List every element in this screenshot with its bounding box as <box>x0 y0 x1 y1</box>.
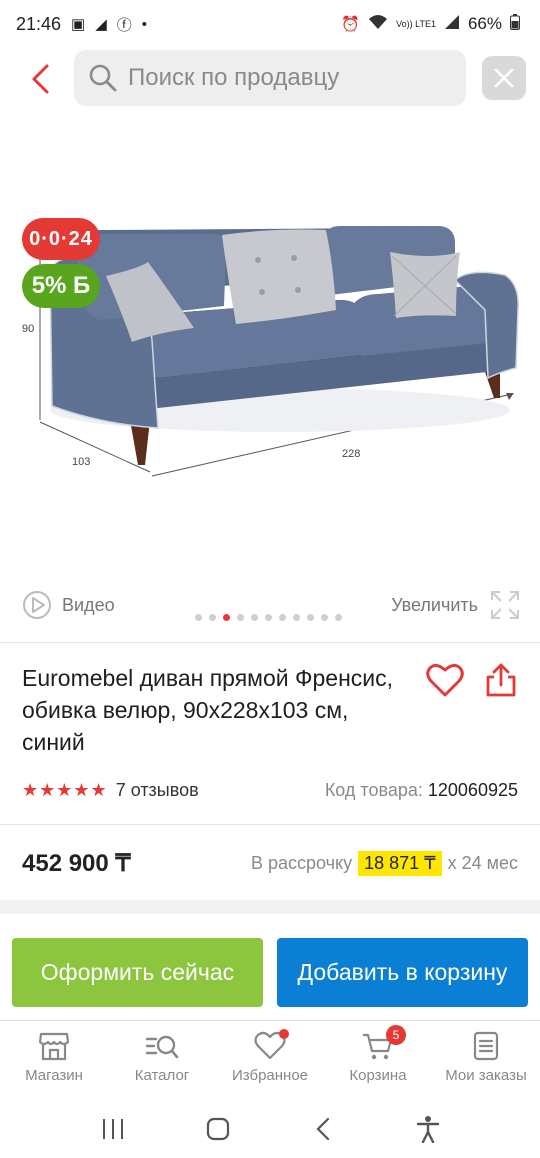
alarm-icon: ⏰ <box>341 16 361 33</box>
nav-item-favorites[interactable]: Избранное <box>216 1021 324 1098</box>
installment-info[interactable]: В рассрочку 18 871 ₸ х 24 мес <box>250 850 518 876</box>
nav-item-cart[interactable]: 5 Корзина <box>324 1021 432 1098</box>
home-icon <box>206 1117 229 1141</box>
expand-icon <box>491 591 519 619</box>
gallery-dot[interactable] <box>195 614 202 621</box>
close-search-button[interactable] <box>482 56 526 100</box>
play-circle-icon <box>23 591 51 619</box>
sku-label: Код товара: <box>324 779 423 800</box>
app-screen: 21:46 ▣ ◢ ⓕ • ⏰ Vo)) LTE1 66% Поиск по п… <box>0 0 540 1158</box>
catalog-search-icon <box>145 1035 179 1059</box>
gallery-dot[interactable] <box>321 614 328 621</box>
divider <box>0 642 540 643</box>
nav-label-orders: Мои заказы <box>445 1067 527 1084</box>
gallery-dot[interactable] <box>237 614 244 621</box>
sofa-product-image: 90 103 228 <box>22 226 519 477</box>
search-header <box>0 48 540 110</box>
battery-percent: 66% <box>467 14 502 33</box>
sku-value: 120060925 <box>427 779 518 800</box>
accessibility-button[interactable] <box>408 1109 448 1149</box>
nav-label-shop: Магазин <box>25 1067 83 1084</box>
checkout-now-button[interactable]: Оформить сейчас <box>12 938 263 1007</box>
video-label: Видео <box>62 594 115 615</box>
dimension-width-label: 228 <box>342 448 360 460</box>
bonus-badge: 5% Б <box>22 264 100 308</box>
gallery-dot[interactable] <box>279 614 286 621</box>
media-controls: Видео Увеличить <box>0 586 540 624</box>
share-button[interactable] <box>484 662 518 703</box>
bottom-navigation: Магазин Каталог Избранное 5 Корзина Мои … <box>0 1020 540 1098</box>
divider <box>0 824 540 825</box>
sku: Код товара: 120060925 <box>325 780 518 801</box>
zoom-label: Увеличить <box>391 594 478 615</box>
heart-icon <box>426 663 464 697</box>
wifi-icon <box>368 14 388 34</box>
gallery-dot[interactable] <box>251 614 258 621</box>
system-back-button[interactable] <box>303 1109 343 1149</box>
gallery-dot[interactable] <box>293 614 300 621</box>
seller-search-input[interactable] <box>128 64 448 92</box>
gallery-dot[interactable] <box>265 614 272 621</box>
nav-item-shop[interactable]: Магазин <box>0 1021 108 1098</box>
gallery-dot-active[interactable] <box>223 614 230 621</box>
recent-apps-button[interactable] <box>93 1109 133 1149</box>
nav-label-catalog: Каталог <box>134 1067 190 1084</box>
nav-label-cart: Корзина <box>349 1067 407 1084</box>
status-time: 21:46 <box>16 13 62 34</box>
section-separator <box>0 900 540 914</box>
cart-count-badge: 5 <box>386 1025 406 1045</box>
video-button[interactable]: Видео <box>22 590 115 620</box>
network-label: Vo)) LTE1 <box>396 18 436 29</box>
favorite-button[interactable] <box>426 662 464 703</box>
chevron-left-icon <box>32 64 49 94</box>
accessibility-icon <box>416 1116 439 1143</box>
dimension-depth-label: 103 <box>72 456 90 468</box>
nav-label-favorites: Избранное <box>231 1067 309 1084</box>
image-notification-icon: ▣ <box>71 16 86 33</box>
installment-amount: 18 871 ₸ <box>358 850 442 876</box>
gallery-dot[interactable] <box>335 614 342 621</box>
signal-icon <box>444 14 460 34</box>
installment-label: В рассрочку <box>250 852 353 873</box>
status-bar: 21:46 ▣ ◢ ⓕ • ⏰ Vo)) LTE1 66% <box>0 0 540 48</box>
gallery-pagination <box>195 614 342 621</box>
facebook-icon: ⓕ <box>116 16 132 34</box>
recent-apps-icon <box>102 1119 123 1139</box>
app-notification-icon: ◢ <box>95 16 107 33</box>
price-row: 452 900 ₸ В рассрочку 18 871 ₸ х 24 мес <box>22 846 518 880</box>
nav-item-catalog[interactable]: Каталог <box>108 1021 216 1098</box>
more-notifications-icon: • <box>141 15 148 33</box>
favorites-notification-dot <box>279 1029 289 1039</box>
shop-icon <box>38 1032 70 1061</box>
gallery-dot[interactable] <box>307 614 314 621</box>
product-price: 452 900 ₸ <box>22 849 131 877</box>
battery-icon <box>510 13 520 35</box>
product-title: Euromebel диван прямой Френсис, обивка в… <box>22 665 394 755</box>
zoom-button[interactable]: Увеличить <box>391 590 520 620</box>
back-arrow-icon <box>315 1117 329 1141</box>
nav-item-orders[interactable]: Мои заказы <box>432 1021 540 1098</box>
close-icon <box>494 68 514 88</box>
seller-search-box[interactable] <box>74 50 466 106</box>
search-icon <box>89 64 117 92</box>
rating-stars: ★★★★★ <box>22 779 108 800</box>
installment-badge: 0·0·24 <box>22 218 100 260</box>
installment-term: х 24 мес <box>447 852 518 873</box>
system-navigation-bar <box>0 1100 540 1158</box>
gallery-dot[interactable] <box>209 614 216 621</box>
back-button[interactable] <box>18 57 62 101</box>
reviews-link[interactable]: 7 отзывов <box>116 780 199 801</box>
product-gallery[interactable]: 90 103 228 <box>0 110 540 580</box>
dimension-height-label: 90 <box>22 323 34 335</box>
home-button[interactable] <box>198 1109 238 1149</box>
rating-row: ★★★★★ 7 отзывов Код товара: 120060925 <box>22 776 518 804</box>
share-icon <box>486 663 516 697</box>
add-to-cart-button[interactable]: Добавить в корзину <box>277 938 528 1007</box>
orders-icon <box>473 1031 499 1061</box>
